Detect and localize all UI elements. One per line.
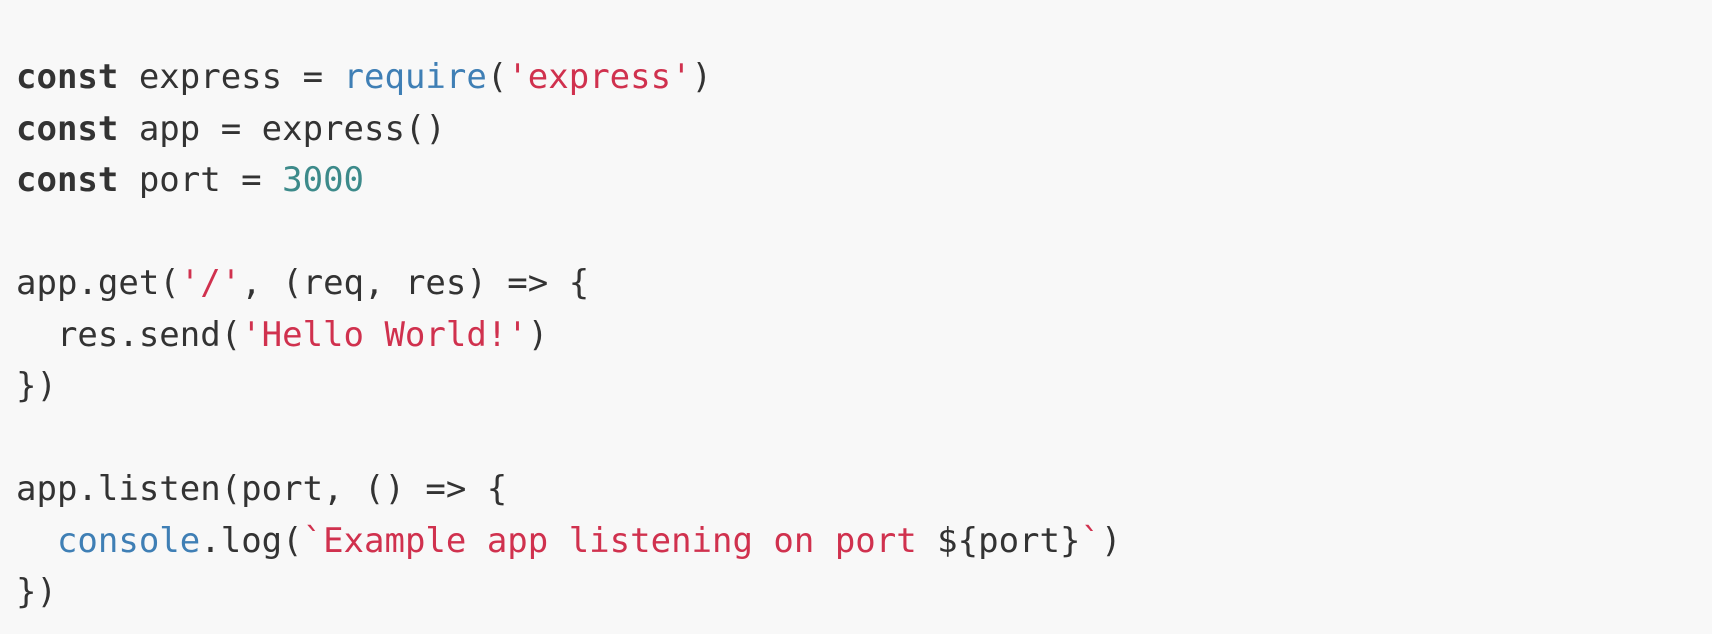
code-token-plain: (: [486, 57, 508, 97]
code-token-plain: app = express(): [118, 108, 446, 149]
code-token-plain: ): [527, 314, 549, 355]
code-line: app.get('/', (req, res) => {: [16, 258, 1712, 310]
code-token-string: `: [1080, 520, 1101, 561]
code-line: }): [16, 361, 1712, 413]
code-token-number: 3000: [282, 160, 365, 200]
code-token-plain: }): [16, 572, 57, 612]
code-line: const app = express(): [16, 104, 1712, 156]
code-token-plain: ${port}: [937, 520, 1081, 561]
code-token-plain: app.listen(port, () => {: [16, 469, 508, 509]
code-line: }): [16, 567, 1712, 619]
code-token-plain: ): [691, 57, 713, 97]
code-token-keyword: const: [16, 108, 119, 149]
code-token-plain: ): [1100, 520, 1122, 561]
code-token-plain: express =: [118, 57, 344, 97]
code-line: app.listen(port, () => {: [16, 464, 1712, 516]
code-token-plain: res.send(: [16, 314, 242, 355]
code-token-keyword: const: [16, 160, 119, 200]
code-line: const express = require('express'): [16, 52, 1712, 104]
code-token-plain: }): [16, 366, 57, 406]
code-token-plain: , (req, res) => {: [241, 263, 590, 303]
code-line: res.send('Hello World!'): [16, 310, 1712, 362]
code-token-string: '/': [179, 263, 242, 303]
code-token-plain: app.get(: [16, 263, 180, 303]
code-line: console.log(`Example app listening on po…: [16, 516, 1712, 568]
code-token-keyword: const: [16, 57, 119, 97]
code-token-builtin: require: [343, 57, 487, 97]
code-token-string: `Example app listening on port: [302, 520, 938, 561]
code-token-string: 'express': [507, 57, 692, 97]
code-token-plain: port =: [118, 160, 283, 200]
code-block: const express = require('express') const …: [0, 34, 1712, 634]
code-line: const port = 3000: [16, 155, 1712, 207]
code-token-string: 'Hello World!': [241, 314, 528, 355]
code-token-plain: .log(: [200, 520, 303, 561]
code-token-builtin: console: [56, 520, 201, 561]
